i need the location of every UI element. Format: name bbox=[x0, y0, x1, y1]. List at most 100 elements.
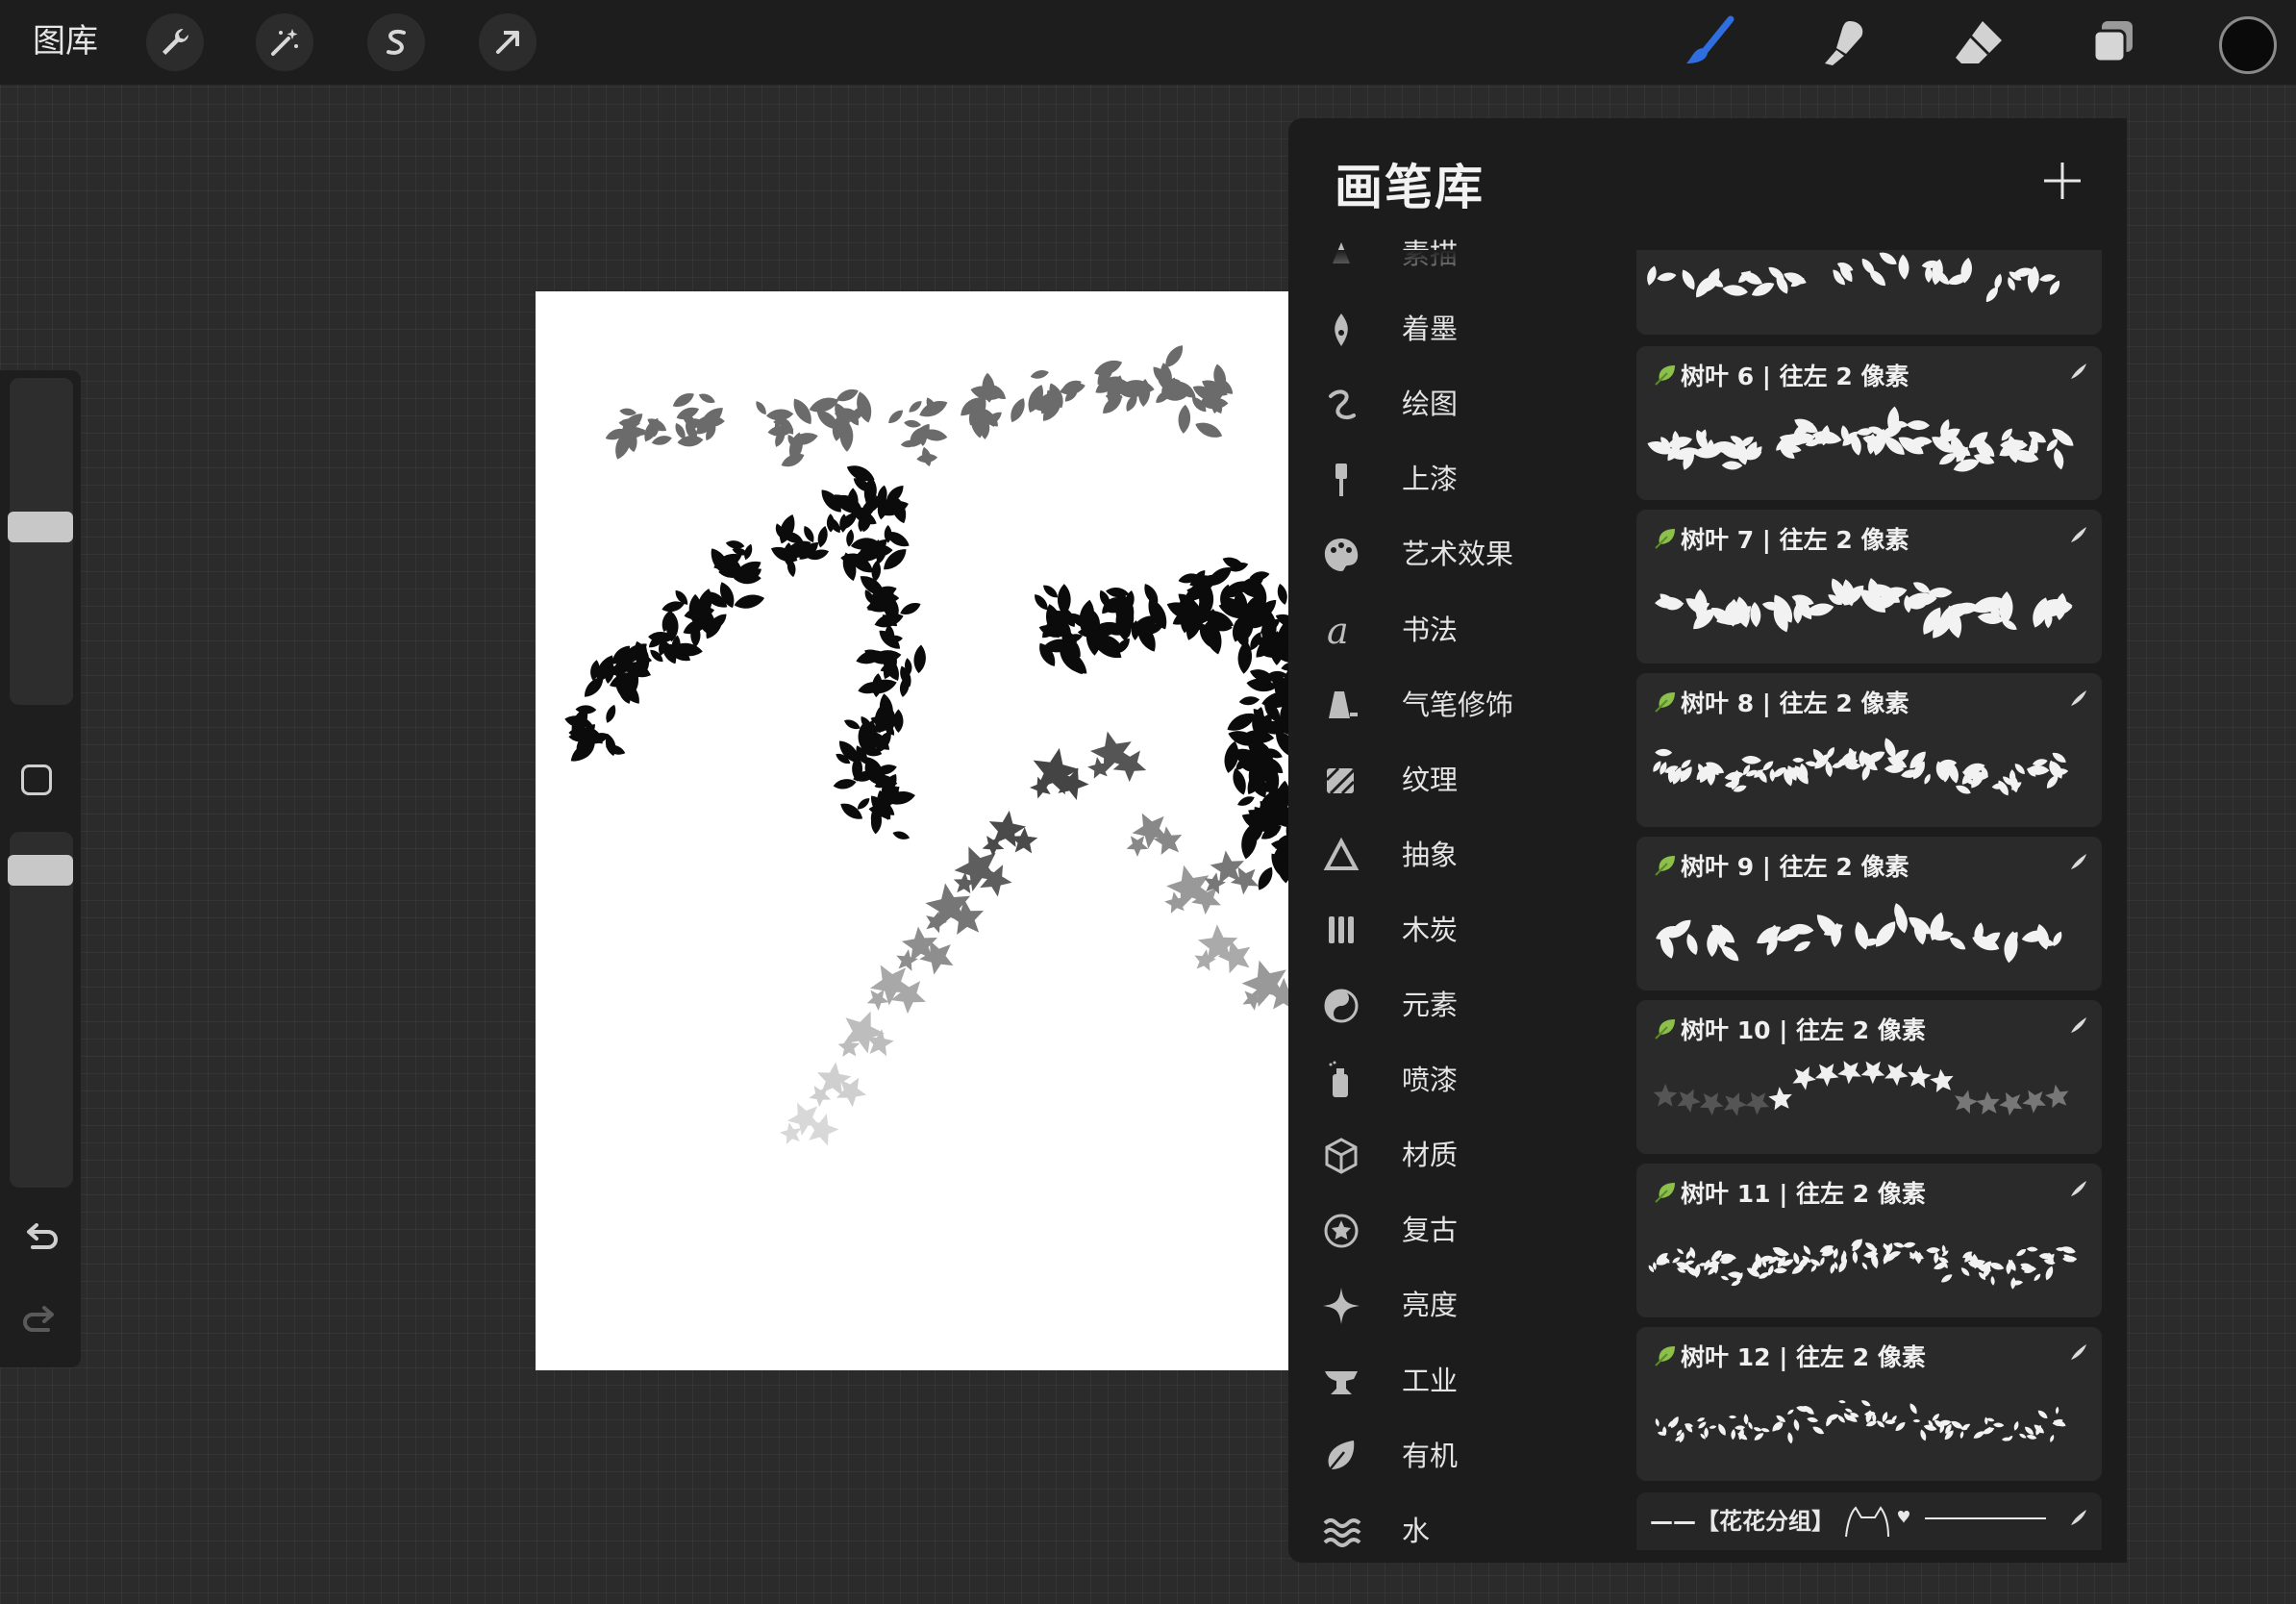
drawing-canvas[interactable] bbox=[536, 291, 1288, 1370]
selection-button[interactable] bbox=[367, 13, 425, 71]
cube-icon bbox=[1325, 1138, 1358, 1174]
imported-brush-icon bbox=[2071, 854, 2086, 869]
transform-arrow-icon bbox=[496, 31, 519, 54]
imported-brush-icon bbox=[2071, 1017, 2086, 1033]
gallery-button[interactable]: 图库 bbox=[33, 19, 98, 63]
charcoal-icon bbox=[1329, 916, 1354, 943]
black-leaf-branches bbox=[564, 465, 1288, 890]
category-item[interactable]: 元素 bbox=[1288, 968, 1613, 1043]
brush-leaf-icon bbox=[1655, 529, 1675, 549]
category-item[interactable]: a 书法 bbox=[1288, 593, 1613, 668]
ink-pen-icon bbox=[1335, 313, 1348, 346]
category-label: 工业 bbox=[1402, 1365, 1459, 1397]
brush-name: 树叶 6 | 往左 2 像素 bbox=[1681, 363, 1909, 390]
brush-card[interactable]: 树叶 8 | 往左 2 像素 bbox=[1636, 673, 2102, 827]
brush-card[interactable]: 树叶 12 | 往左 2 像素 bbox=[1636, 1327, 2102, 1481]
modify-button[interactable] bbox=[21, 764, 52, 795]
smudge-tool-button[interactable] bbox=[1815, 15, 1873, 69]
brush-stroke-preview bbox=[1647, 406, 2074, 472]
opacity-slider[interactable] bbox=[8, 832, 73, 1188]
brush-card[interactable] bbox=[1636, 250, 2102, 335]
category-item[interactable]: 工业 bbox=[1288, 1344, 1613, 1419]
layers-button[interactable] bbox=[2084, 15, 2142, 69]
category-item[interactable]: 有机 bbox=[1288, 1419, 1613, 1494]
wrench-icon bbox=[162, 29, 188, 55]
brush-size-slider[interactable] bbox=[8, 378, 73, 705]
cat-doodle-icon bbox=[1845, 1506, 1909, 1538]
category-item[interactable]: 亮度 bbox=[1288, 1268, 1613, 1343]
opacity-thumb[interactable] bbox=[8, 855, 73, 886]
color-picker-button[interactable] bbox=[2219, 16, 2277, 74]
category-item[interactable]: 复古 bbox=[1288, 1193, 1613, 1268]
category-label: 纹理 bbox=[1402, 764, 1459, 796]
brush-stroke-preview bbox=[1653, 738, 2069, 796]
star-badge-icon bbox=[1324, 1214, 1359, 1248]
smudge-icon bbox=[1825, 21, 1863, 65]
yin-yang-icon bbox=[1324, 989, 1359, 1023]
category-item[interactable]: 材质 bbox=[1288, 1118, 1613, 1193]
category-item[interactable]: 艺术效果 bbox=[1288, 517, 1613, 592]
adjustments-button[interactable] bbox=[256, 13, 313, 71]
brush-leaf-icon bbox=[1655, 692, 1675, 713]
calligraphy-icon: a bbox=[1327, 611, 1349, 651]
category-item[interactable]: 抽象 bbox=[1288, 818, 1613, 893]
canvas-artwork bbox=[564, 345, 1288, 1146]
leaf-icon bbox=[1326, 1441, 1355, 1474]
brush-name: 树叶 11 | 往左 2 像素 bbox=[1681, 1180, 1926, 1208]
brush-name: 树叶 9 | 往左 2 像素 bbox=[1681, 853, 1909, 881]
category-item[interactable]: 喷漆 bbox=[1288, 1043, 1613, 1118]
brush-name: 树叶 8 | 往左 2 像素 bbox=[1681, 689, 1909, 717]
brush-stroke-preview bbox=[1655, 1400, 2066, 1444]
brush-stroke-preview bbox=[1653, 1061, 2069, 1116]
paint-brush-icon bbox=[1335, 464, 1347, 496]
brush-stroke-preview bbox=[1656, 903, 2062, 964]
redo-icon[interactable] bbox=[19, 1299, 62, 1341]
svg-text:a: a bbox=[1327, 611, 1349, 651]
eraser-tool-button[interactable] bbox=[1950, 15, 2008, 69]
brush-card[interactable]: 树叶 7 | 往左 2 像素 bbox=[1636, 510, 2102, 664]
category-label: 水 bbox=[1402, 1515, 1431, 1547]
maple-leaf-cascade bbox=[780, 731, 1288, 1146]
category-item[interactable]: 绘图 bbox=[1288, 367, 1613, 442]
eraser-icon bbox=[1956, 21, 2002, 63]
brush-group-header[interactable]: ——【花花分组】 bbox=[1636, 1492, 2102, 1550]
category-label: 复古 bbox=[1402, 1214, 1459, 1246]
category-item[interactable]: 着墨 bbox=[1288, 292, 1613, 367]
paint-tool-button[interactable] bbox=[1681, 15, 1738, 69]
texture-icon bbox=[1325, 766, 1356, 795]
brush-list: 树叶 6 | 往左 2 像素树叶 7 | 往左 2 像素树叶 8 | 往左 2 … bbox=[1613, 250, 2127, 1563]
undo-icon[interactable] bbox=[19, 1216, 62, 1259]
category-item[interactable]: 上漆 bbox=[1288, 442, 1613, 517]
abstract-triangle-icon bbox=[1323, 837, 1360, 870]
brush-name: 树叶 12 | 往左 2 像素 bbox=[1681, 1343, 1926, 1371]
brush-stroke-preview bbox=[1648, 1239, 2078, 1290]
magic-wand-icon bbox=[271, 29, 298, 56]
category-item[interactable]: 水 bbox=[1288, 1494, 1613, 1563]
category-label: 喷漆 bbox=[1402, 1064, 1459, 1096]
imported-brush-icon bbox=[2071, 690, 2086, 706]
category-label: 上漆 bbox=[1402, 463, 1459, 495]
imported-brush-icon bbox=[2071, 527, 2086, 542]
category-item[interactable]: 纹理 bbox=[1288, 743, 1613, 818]
sparkle-icon bbox=[1323, 1288, 1360, 1324]
brush-card[interactable]: 树叶 11 | 往左 2 像素 bbox=[1636, 1164, 2102, 1317]
waves-icon bbox=[1323, 1518, 1361, 1547]
brush-card[interactable]: 树叶 10 | 往左 2 像素 bbox=[1636, 1000, 2102, 1154]
brush-card[interactable]: 树叶 6 | 往左 2 像素 bbox=[1636, 346, 2102, 500]
brush-leaf-icon bbox=[1655, 1019, 1675, 1040]
category-item[interactable]: 木炭 bbox=[1288, 893, 1613, 968]
actions-button[interactable] bbox=[146, 13, 204, 71]
transform-button[interactable] bbox=[479, 13, 537, 71]
panel-title: 画笔库 bbox=[1335, 160, 1485, 215]
brush-card[interactable]: 树叶 9 | 往左 2 像素 bbox=[1636, 837, 2102, 990]
brush-size-thumb[interactable] bbox=[8, 512, 73, 542]
spray-can-icon bbox=[1329, 1061, 1348, 1097]
add-brush-icon[interactable] bbox=[2038, 157, 2086, 205]
category-item[interactable]: 气笔修饰 bbox=[1288, 668, 1613, 743]
category-label: 绘图 bbox=[1402, 388, 1459, 420]
category-label: 艺术效果 bbox=[1402, 538, 1514, 570]
brush-name: 树叶 10 | 往左 2 像素 bbox=[1681, 1016, 1926, 1044]
category-label: 元素 bbox=[1402, 989, 1459, 1021]
category-label: 木炭 bbox=[1402, 914, 1459, 946]
brush-stroke-preview bbox=[1647, 252, 2060, 303]
